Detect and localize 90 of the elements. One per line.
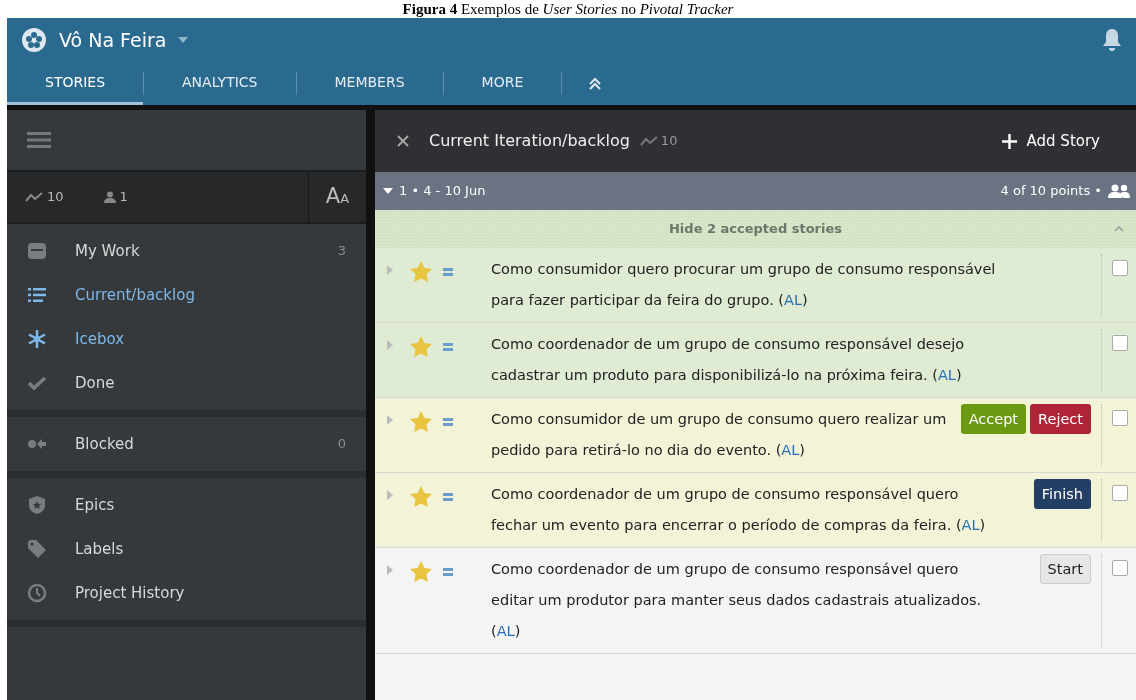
owner-link[interactable]: AL [781, 442, 800, 458]
person-icon [103, 191, 116, 203]
select-checkbox[interactable] [1112, 335, 1128, 351]
sidebar-item-label: Labels [75, 538, 124, 560]
accept-button[interactable]: Accept [960, 404, 1027, 434]
expand-arrow-icon[interactable] [385, 339, 395, 351]
logo-icon[interactable] [21, 27, 47, 53]
iteration-label: 1 • 4 - 10 Jun [399, 182, 486, 201]
velocity-icon [25, 192, 43, 202]
story-row[interactable]: Como consumidor quero procurar um grupo de consumo responsável para fazer participar da feira do grupo. (AL) [375, 248, 1136, 323]
story-text: Como consumidor quero procurar um grupo de consumo responsável para fazer participar da feira do grupo. (AL) [491, 260, 997, 310]
owner-link[interactable]: AL [496, 623, 515, 639]
story-text: Como consumidor de um grupo de consumo quero realizar um pedido para retirá-lo no dia do evento. (AL) [491, 410, 948, 460]
nav-tab[interactable]: ANALYTICS [144, 62, 296, 105]
sidebar-item[interactable]: Current/backlog [7, 273, 366, 317]
sidebar-item[interactable]: Epics [7, 483, 366, 527]
people-icon [1108, 184, 1130, 198]
sidebar-item[interactable]: Labels [7, 527, 366, 571]
sidebar-item-label: My Work [75, 240, 140, 262]
list-icon [27, 285, 47, 305]
iteration-bar[interactable]: 1 • 4 - 10 Jun 4 of 10 points • [375, 172, 1136, 210]
story-row[interactable]: Como coordenador de um grupo de consumo responsável quero fechar um evento para encerrar o período de compras da feira. (AL) Finish [375, 473, 1136, 548]
member-count: 1 [119, 188, 128, 207]
item-count: 0 [337, 435, 346, 454]
expand-arrow-icon[interactable] [385, 414, 395, 426]
tag-icon [27, 539, 47, 559]
expand-arrow-icon[interactable] [385, 489, 395, 501]
star-icon [409, 410, 433, 434]
star-icon [409, 335, 433, 359]
star-icon [409, 560, 433, 584]
expand-arrow-icon[interactable] [385, 564, 395, 576]
estimate-icon [443, 268, 453, 276]
project-name[interactable]: Vô Na Feira [59, 25, 167, 55]
select-checkbox[interactable] [1112, 485, 1128, 501]
sidebar-item-label: Current/backlog [75, 284, 195, 306]
sidebar-item-label: Done [75, 372, 115, 394]
menu-icon[interactable] [27, 132, 51, 148]
sidebar-item[interactable]: Project History [7, 571, 366, 615]
collapse-chevron-icon[interactable] [588, 76, 603, 91]
star-icon [409, 485, 433, 509]
iteration-points: 4 of 10 points • [1000, 182, 1102, 201]
collapse-caret-icon[interactable] [383, 188, 393, 194]
sidebar-item[interactable]: My Work 3 [7, 229, 366, 273]
story-text: Como coordenador de um grupo de consumo responsável desejo cadastrar um produto para disponibilizá-lo na próxima feira. (AL) [491, 335, 966, 385]
chevron-up-icon[interactable] [1114, 226, 1124, 232]
select-checkbox[interactable] [1112, 410, 1128, 426]
velocity-value: 10 [47, 188, 64, 207]
velocity-icon [639, 136, 658, 146]
finish-button[interactable]: Finish [1033, 479, 1091, 509]
nav-tab[interactable]: MORE [443, 62, 562, 105]
notification-bell-icon[interactable] [1102, 28, 1122, 52]
sidebar-item[interactable]: Done [7, 361, 366, 405]
story-text: Como coordenador de um grupo de consumo responsável quero fechar um evento para encerrar o período de compras da feira. (AL) [491, 485, 987, 535]
owner-link[interactable]: AL [937, 367, 956, 383]
figure-caption: Figura 4 Exemplos de User Stories no Pivotal Tracker [401, 0, 735, 18]
panel-title: Current Iteration/backlog [429, 130, 630, 152]
sidebar-item[interactable]: Blocked 0 [7, 422, 366, 466]
snowflake-icon [27, 329, 47, 349]
plus-icon [1001, 133, 1017, 149]
owner-link[interactable]: AL [784, 292, 802, 308]
estimate-icon [443, 568, 453, 576]
velocity-value: 10 [660, 132, 678, 151]
reject-button[interactable]: Reject [1030, 404, 1091, 434]
nav-tab[interactable]: MEMBERS [296, 62, 443, 105]
clock-icon [27, 583, 47, 603]
close-icon[interactable] [397, 135, 409, 147]
star-icon [409, 260, 433, 284]
hide-accepted-button[interactable]: Hide 2 accepted stories [663, 218, 848, 240]
sidebar-item-label: Blocked [75, 433, 134, 455]
sidebar-item-label: Icebox [75, 328, 124, 350]
select-checkbox[interactable] [1112, 560, 1128, 576]
nav-tab[interactable]: STORIES [7, 62, 144, 105]
expand-arrow-icon[interactable] [385, 264, 395, 276]
add-story-button[interactable]: Add Story [995, 128, 1106, 154]
sidebar-item-label: Epics [75, 494, 115, 516]
estimate-icon [443, 418, 453, 426]
estimate-icon [443, 343, 453, 351]
story-row[interactable]: Como coordenador de um grupo de consumo responsável desejo cadastrar um produto para disponibilizá-lo na próxima feira. (AL) [375, 323, 1136, 398]
item-count: 3 [337, 242, 346, 261]
caret-icon[interactable] [178, 37, 189, 43]
sidebar-item[interactable]: Icebox [7, 317, 366, 361]
story-row[interactable]: Como consumidor de um grupo de consumo quero realizar um pedido para retirá-lo no dia do evento. (AL) Accept Reject [375, 398, 1136, 473]
owner-link[interactable]: AL [961, 517, 980, 533]
select-checkbox[interactable] [1112, 260, 1128, 276]
estimate-icon [443, 493, 453, 501]
sidebar-item-label: Project History [75, 582, 185, 604]
inbox-icon [27, 241, 47, 261]
shield-icon [27, 495, 47, 515]
story-text: Como coordenador de um grupo de consumo responsável quero editar um produtor para manter seus dados cadastrais atualizados. (AL) [491, 560, 983, 641]
start-button[interactable]: Start [1039, 554, 1091, 584]
